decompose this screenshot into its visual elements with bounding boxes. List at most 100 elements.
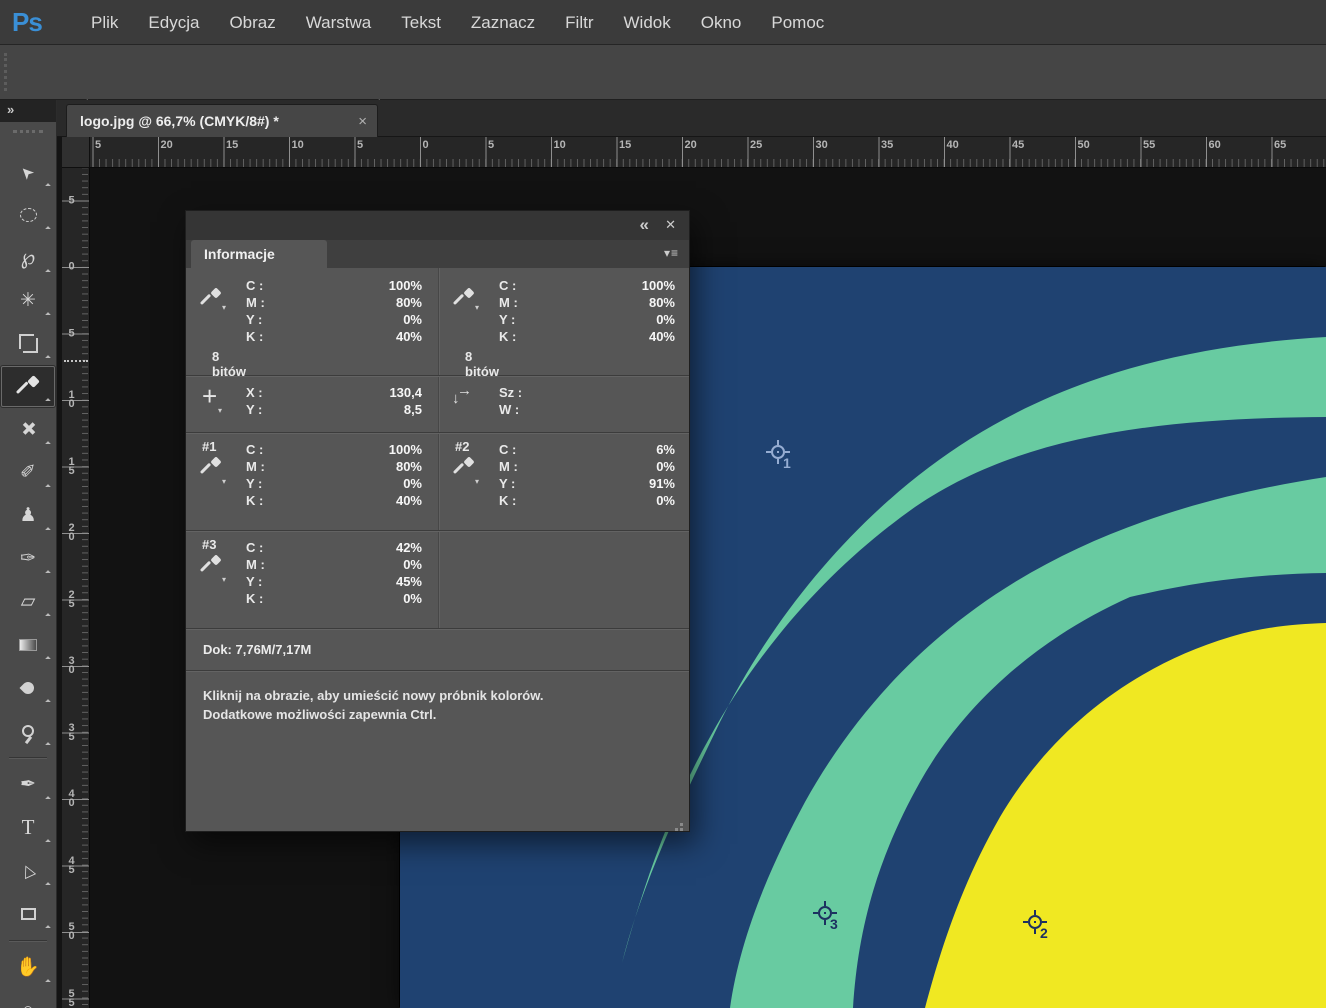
menu-item[interactable]: Obraz: [214, 0, 290, 45]
toolbar-tool[interactable]: [0, 193, 56, 236]
chevron-down-icon: ▾: [222, 575, 226, 584]
menu-item[interactable]: Okno: [686, 0, 757, 45]
toolbar-tool[interactable]: [0, 666, 56, 709]
tool-flyout-caret: [45, 656, 51, 662]
channel-label: M :: [246, 556, 265, 573]
tool-icon: ℘: [21, 247, 36, 268]
sampler-id: #1: [202, 439, 246, 454]
tab-informacje[interactable]: Informacje: [191, 240, 327, 268]
ruler-label: 20: [161, 139, 173, 151]
horizontal-ruler[interactable]: 5201510505101520253035404550556065: [90, 137, 1326, 168]
ruler-label: 10: [554, 139, 566, 151]
cmyk-row: M : 0%: [499, 458, 675, 475]
cmyk-row: C : 100%: [499, 277, 675, 294]
sampler-tick: [824, 920, 826, 925]
color-sampler-marker[interactable]: 1: [768, 442, 788, 462]
menu-item[interactable]: Tekst: [386, 0, 456, 45]
toolbar-tool[interactable]: ▱: [0, 580, 56, 623]
tool-icon: [18, 377, 38, 397]
vertical-ruler[interactable]: 50510152025303540455055: [62, 168, 90, 1008]
toolbar-tool[interactable]: ✐: [0, 451, 56, 494]
expand-panel-icon[interactable]: »: [0, 100, 56, 122]
sampler-tick: [777, 459, 779, 464]
channel-value: 40%: [649, 328, 675, 345]
sampler-number: 2: [1040, 925, 1048, 941]
tool-icon: [22, 337, 35, 350]
toolbar-tool[interactable]: ○: [0, 989, 56, 1008]
tool-icon: [21, 908, 36, 920]
info-panel-tab-row: Informacje ▾≡: [185, 240, 690, 268]
menu-item[interactable]: Edycja: [133, 0, 214, 45]
close-icon[interactable]: ×: [358, 113, 367, 130]
tools-panel: » ➤ ℘ ✳: [0, 100, 57, 1008]
channel-label: C :: [246, 539, 263, 556]
toolbar-tool[interactable]: ▷: [0, 849, 56, 892]
ruler-label: 10: [292, 139, 304, 151]
channel-value: 80%: [649, 294, 675, 311]
toolbar-tool[interactable]: [0, 365, 56, 408]
collapse-to-icons-icon[interactable]: «: [640, 215, 647, 235]
toolbar-tool[interactable]: ➤: [0, 150, 56, 193]
toolbar-tool[interactable]: ℘: [0, 236, 56, 279]
eyedropper-icon[interactable]: [202, 556, 220, 574]
sampler-dot: [824, 912, 826, 914]
ruler-label: 60: [1209, 139, 1221, 151]
color-sampler-marker[interactable]: 3: [815, 903, 835, 923]
eyedropper-icon[interactable]: [455, 289, 473, 307]
channel-label: M :: [499, 458, 518, 475]
menu-bar: Ps PlikEdycjaObrazWarstwaTekstZaznaczFil…: [0, 0, 1326, 45]
axis-value: 130,4: [389, 384, 422, 401]
toolbar-tool[interactable]: [0, 623, 56, 666]
toolbar-tool[interactable]: T: [0, 806, 56, 849]
ruler-label: 20: [685, 139, 697, 151]
toolbar-tool[interactable]: [0, 709, 56, 752]
toolbar-tool[interactable]: ✑: [0, 537, 56, 580]
tool-flyout-caret: [45, 570, 51, 576]
panel-resize-grip[interactable]: [680, 823, 683, 826]
toolbar-tool[interactable]: [0, 892, 56, 935]
ruler-label: 10: [67, 391, 76, 409]
channel-label: K :: [246, 590, 263, 607]
info-panel-header[interactable]: « ✕: [185, 210, 690, 240]
tool-icon: [20, 679, 37, 696]
selection-size-readout: Sz : W :: [439, 375, 691, 418]
toolbar-tool[interactable]: ♟: [0, 494, 56, 537]
ruler-label: 20: [67, 524, 76, 542]
channel-label: K :: [499, 492, 516, 509]
ruler-label: 15: [619, 139, 631, 151]
menu-item[interactable]: Zaznacz: [456, 0, 550, 45]
sampler-dot: [1034, 921, 1036, 923]
toolbar-tool[interactable]: ✳: [0, 279, 56, 322]
tool-icon: ○: [22, 1001, 33, 1008]
channel-label: Y :: [246, 573, 262, 590]
crosshair-icon[interactable]: +: [202, 386, 246, 406]
eyedropper-icon[interactable]: [455, 458, 473, 476]
document-tab[interactable]: logo.jpg @ 66,7% (CMYK/8#) * ×: [66, 104, 378, 137]
toolbar-tool[interactable]: ✋: [0, 946, 56, 989]
menu-item[interactable]: Pomoc: [756, 0, 839, 45]
ruler-corner[interactable]: [62, 137, 90, 168]
tool-flyout-caret: [45, 484, 51, 490]
channel-value: 6%: [656, 441, 675, 458]
options-bar-grip[interactable]: [4, 53, 7, 91]
toolbar-tool[interactable]: ✒: [0, 763, 56, 806]
menu-item[interactable]: Widok: [609, 0, 686, 45]
toolbar-tool[interactable]: [0, 322, 56, 365]
menu-item[interactable]: Filtr: [550, 0, 608, 45]
tool-flyout-caret: [45, 613, 51, 619]
tool-icon: ✚: [16, 417, 41, 442]
menu-item[interactable]: Plik: [76, 0, 133, 45]
eyedropper-icon[interactable]: [202, 289, 220, 307]
menu-item[interactable]: Warstwa: [291, 0, 387, 45]
tool-icon: ✋: [16, 958, 40, 977]
cmyk-row: Y : 0%: [499, 311, 675, 328]
tools-panel-grip[interactable]: [13, 130, 43, 133]
color-sampler-marker[interactable]: 2: [1025, 912, 1045, 932]
close-icon[interactable]: ✕: [665, 217, 676, 233]
tool-flyout-caret: [45, 925, 51, 931]
eyedropper-icon[interactable]: [202, 458, 220, 476]
ruler-label: 5: [488, 139, 494, 151]
panel-menu-icon[interactable]: ▾≡: [664, 246, 679, 260]
ruler-label: 5: [67, 196, 76, 205]
toolbar-tool[interactable]: ✚: [0, 408, 56, 451]
